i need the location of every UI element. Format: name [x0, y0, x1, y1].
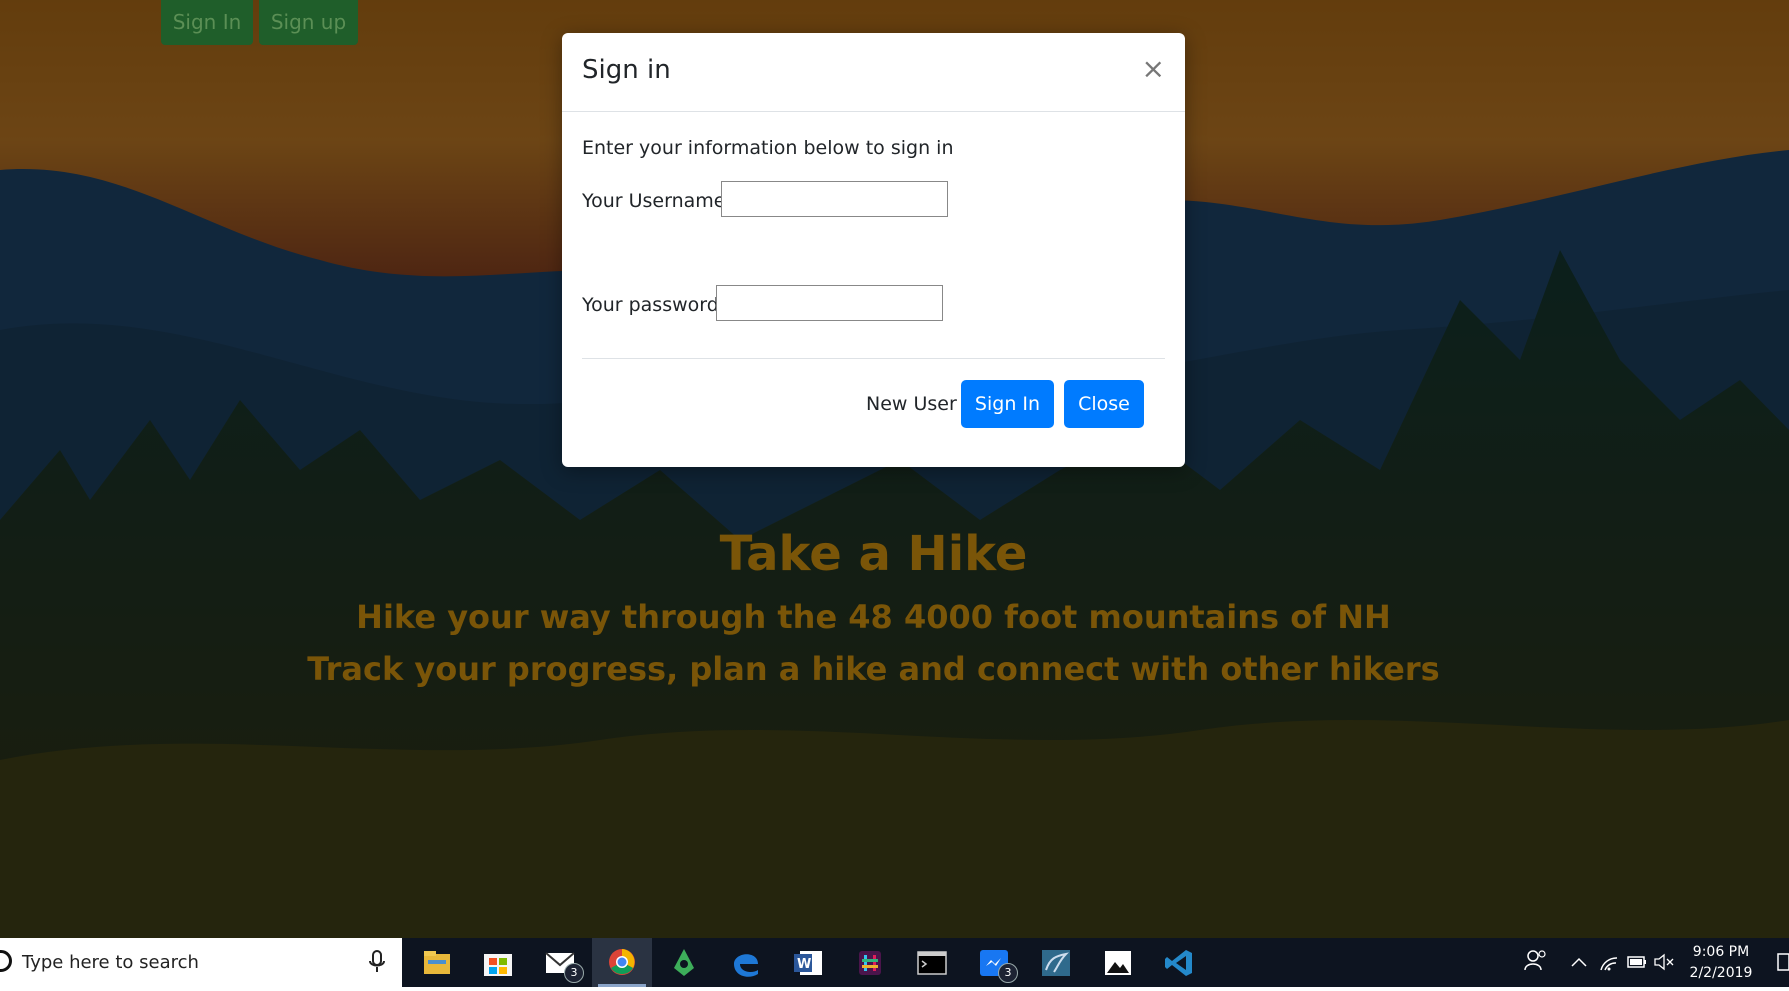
- nav-signin-button[interactable]: Sign In: [161, 0, 253, 45]
- clock-date: 2/2/2019: [1689, 965, 1753, 981]
- search-placeholder: Type here to search: [22, 952, 199, 973]
- file-explorer-icon[interactable]: [406, 938, 466, 987]
- close-icon[interactable]: ×: [1138, 51, 1169, 87]
- mysql-workbench-icon[interactable]: [1026, 938, 1086, 987]
- svg-text:W: W: [797, 957, 811, 972]
- signin-modal: Sign in × Enter your information below t…: [562, 33, 1185, 467]
- modal-intro-text: Enter your information below to sign in: [582, 137, 954, 159]
- close-button[interactable]: Close: [1064, 380, 1144, 428]
- word-icon[interactable]: W: [778, 938, 838, 987]
- password-label: Your password: [582, 294, 719, 316]
- mail-badge: 3: [564, 963, 584, 983]
- terminal-icon[interactable]: [902, 938, 962, 987]
- hero-tagline: Track your progress, plan a hike and con…: [307, 650, 1440, 688]
- mail-icon[interactable]: 3: [530, 938, 590, 987]
- hero-subtitle: Hike your way through the 48 4000 foot m…: [356, 598, 1391, 636]
- password-input[interactable]: [716, 285, 943, 321]
- chrome-icon[interactable]: [592, 938, 652, 987]
- notifications-icon[interactable]: [1776, 938, 1789, 987]
- taskbar-clock[interactable]: 9:06 PM 2/2/2019: [1680, 942, 1762, 984]
- modal-divider: [582, 358, 1165, 359]
- app-icon[interactable]: [654, 938, 714, 987]
- wifi-icon[interactable]: [1597, 938, 1621, 987]
- nav-signup-button[interactable]: Sign up: [259, 0, 358, 45]
- windows-taskbar: Type here to search 3 W 3 9:06 PM 2/2/20…: [0, 938, 1789, 987]
- volume-muted-icon[interactable]: [1652, 938, 1676, 987]
- modal-title: Sign in: [582, 55, 671, 85]
- slack-icon[interactable]: [840, 938, 900, 987]
- clock-time: 9:06 PM: [1692, 944, 1750, 960]
- hero-title: Take a Hike: [719, 526, 1028, 582]
- signin-submit-button[interactable]: Sign In: [961, 380, 1054, 428]
- taskbar-search[interactable]: Type here to search: [0, 938, 402, 987]
- cortana-icon: [0, 950, 12, 972]
- vscode-icon[interactable]: [1150, 938, 1210, 987]
- messenger-icon[interactable]: 3: [964, 938, 1024, 987]
- photos-icon[interactable]: [1088, 938, 1148, 987]
- people-icon[interactable]: [1520, 938, 1550, 987]
- microsoft-store-icon[interactable]: [468, 938, 528, 987]
- username-label: Your Username: [582, 190, 726, 212]
- chevron-up-icon[interactable]: [1567, 938, 1591, 987]
- edge-icon[interactable]: [716, 938, 776, 987]
- username-input[interactable]: [721, 181, 948, 217]
- microphone-icon[interactable]: [368, 950, 386, 978]
- battery-icon[interactable]: [1625, 938, 1649, 987]
- modal-header: Sign in ×: [562, 33, 1185, 112]
- messenger-badge: 3: [998, 963, 1018, 983]
- new-user-link[interactable]: New User: [866, 393, 957, 415]
